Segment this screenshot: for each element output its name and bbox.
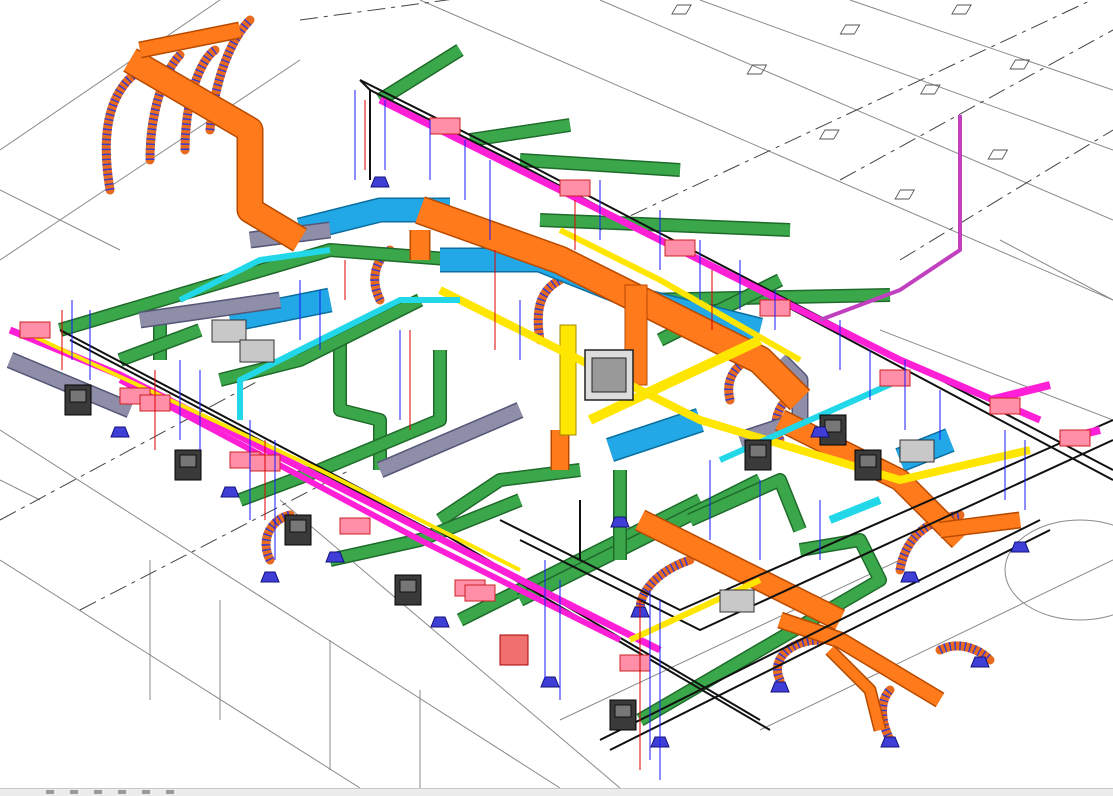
pipe-riser	[559, 324, 577, 436]
view-cube-icon[interactable]	[46, 790, 54, 794]
vav-terminal-box	[619, 654, 651, 672]
unit-panel	[69, 389, 87, 403]
air-handling-unit	[211, 319, 247, 343]
architectural-background	[0, 0, 1113, 788]
ceiling-diffuser	[900, 571, 920, 583]
ceiling-grille	[746, 64, 768, 75]
ceiling-grille	[839, 24, 861, 35]
model-viewport[interactable]	[0, 0, 1113, 796]
unit-panel	[749, 444, 767, 458]
unit-panel	[824, 419, 842, 433]
vav-terminal-box	[429, 117, 461, 135]
ceiling-diffuser	[430, 616, 450, 628]
exhaust-duct	[436, 464, 581, 525]
unit-panel	[289, 519, 307, 533]
orbit-icon[interactable]	[142, 790, 150, 794]
building-edge	[999, 239, 1113, 301]
vav-terminal-box	[989, 397, 1021, 415]
ceiling-grille	[671, 4, 692, 15]
ceiling-grille	[818, 129, 840, 140]
return-duct	[606, 409, 704, 461]
building-edge	[849, 0, 1113, 91]
ceiling-diffuser	[370, 176, 390, 188]
air-handling-unit	[719, 589, 755, 613]
ceiling-diffuser	[220, 486, 240, 498]
zoom-icon[interactable]	[94, 790, 102, 794]
unit-panel	[859, 454, 877, 468]
hanger-group	[61, 90, 1026, 780]
central-ahu-panel	[591, 357, 627, 393]
ceiling-grille	[987, 149, 1009, 160]
grid-line	[299, 0, 451, 21]
vav-terminal-box	[19, 321, 51, 339]
exhaust-duct	[469, 119, 571, 146]
ceiling-diffuser	[110, 426, 130, 438]
pan-icon[interactable]	[118, 790, 126, 794]
ceiling-diffuser	[880, 736, 900, 748]
air-handling-unit	[899, 439, 935, 463]
red-unit	[499, 634, 529, 666]
cyan-pipe	[828, 496, 882, 524]
exhaust-duct	[377, 45, 463, 105]
vav-terminal-box	[1059, 429, 1091, 447]
grid-icon[interactable]	[70, 790, 78, 794]
unit-panel	[399, 579, 417, 593]
grid-line	[839, 29, 1113, 181]
supply-duct-branch	[138, 23, 242, 57]
vav-terminal-box	[464, 584, 496, 602]
duct-network	[6, 21, 1022, 732]
unit-panel	[179, 454, 197, 468]
building-edge	[0, 189, 121, 251]
visual-style-icon[interactable]	[166, 790, 174, 794]
vav-terminal-box	[339, 517, 371, 535]
ceiling-grille	[951, 4, 972, 15]
unit-panel	[614, 704, 632, 718]
air-handling-unit	[239, 339, 275, 363]
ceiling-grille	[894, 189, 916, 200]
building-edge	[0, 559, 361, 788]
ceiling-diffuser	[260, 571, 280, 583]
building-edge	[699, 0, 1113, 151]
mep-3d-model[interactable]	[0, 0, 1113, 788]
vav-terminal-box	[664, 239, 696, 257]
ceiling-diffuser	[770, 681, 790, 693]
grid-line	[599, 0, 1093, 231]
vav-terminal-box	[559, 179, 591, 197]
building-edge	[0, 479, 41, 501]
ceiling-diffuser	[540, 676, 560, 688]
supply-duct-branch	[939, 513, 1021, 537]
column-outline	[1004, 519, 1113, 621]
ceiling-grille	[1009, 59, 1031, 70]
ceiling-diffuser	[1010, 541, 1030, 553]
